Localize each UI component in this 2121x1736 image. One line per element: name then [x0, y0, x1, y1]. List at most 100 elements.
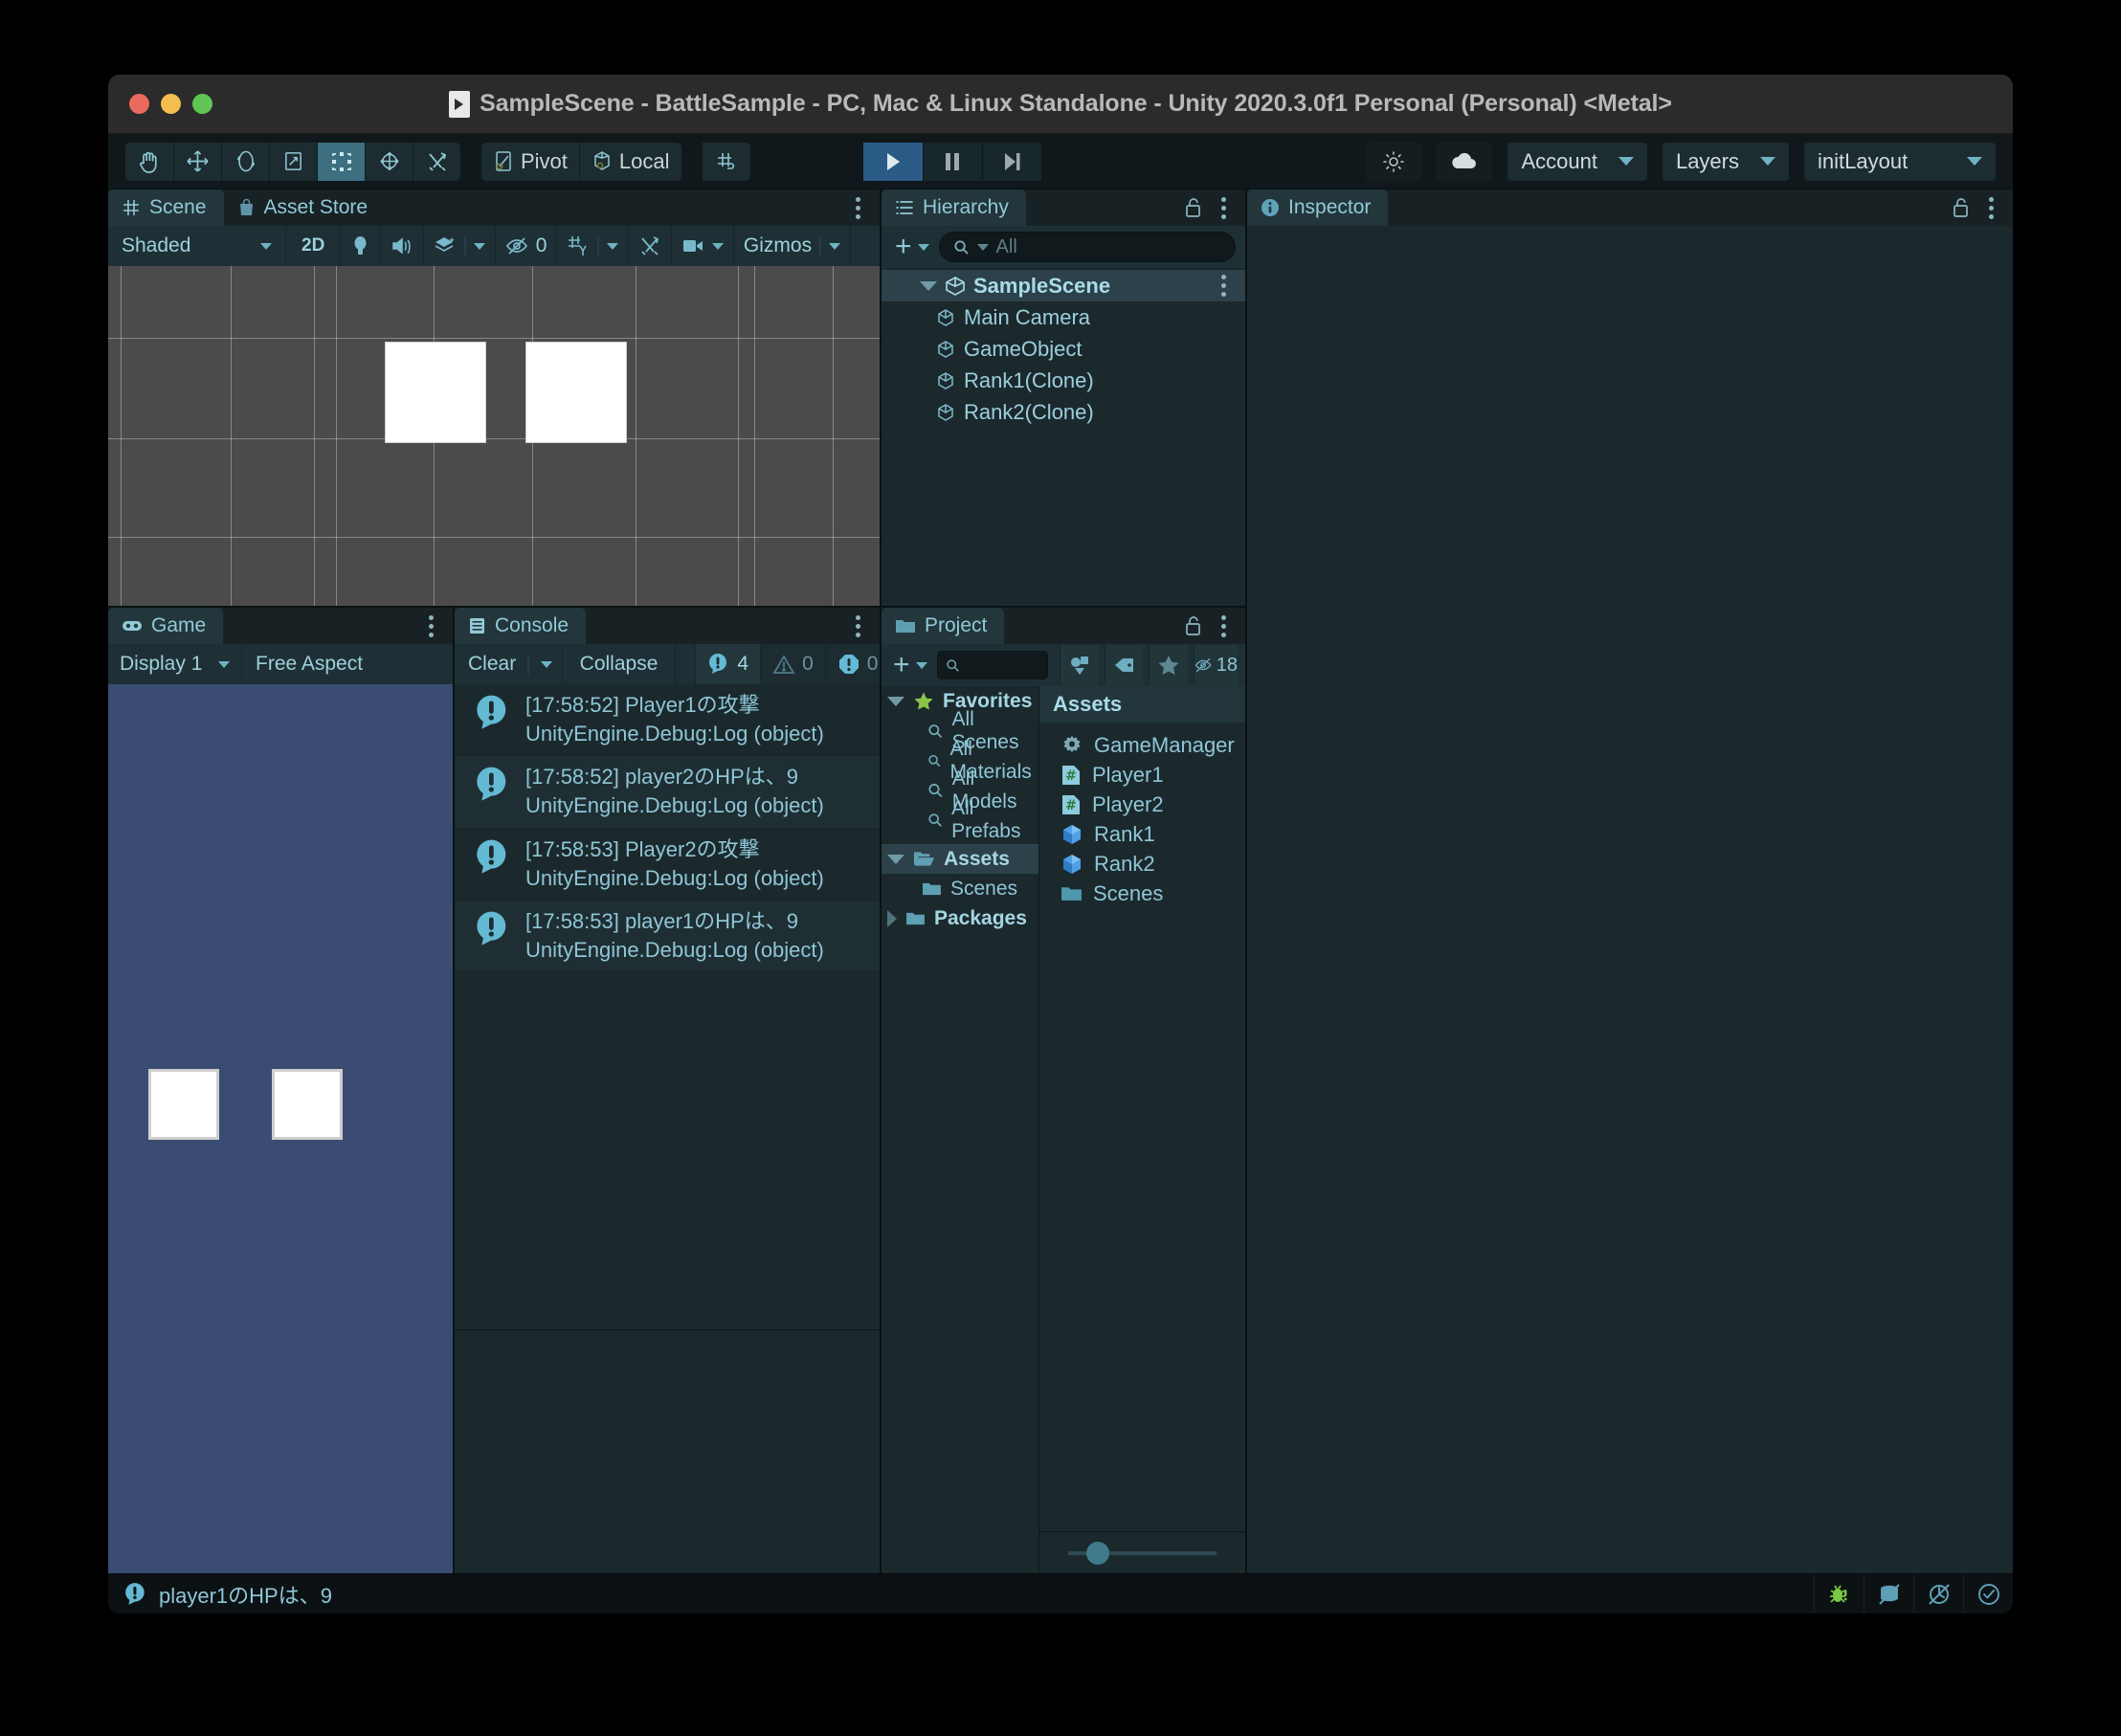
inspector-lock-button[interactable]	[1948, 189, 1973, 226]
scene-2d-toggle[interactable]: 2D	[286, 226, 342, 266]
console-clear-button[interactable]: Clear |	[455, 644, 563, 684]
local-toggle-button[interactable]: Local	[578, 142, 681, 181]
project-filter-label-button[interactable]	[1104, 645, 1144, 685]
check-circle-icon[interactable]	[1963, 1573, 2013, 1614]
project-lock-button[interactable]	[1180, 608, 1205, 644]
layout-dropdown[interactable]: initLayout	[1804, 142, 1996, 181]
rect-tool-button[interactable]	[317, 142, 365, 181]
game-panel-menu-button[interactable]	[416, 608, 445, 644]
chevron-down-icon[interactable]	[887, 696, 904, 706]
chevron-right-icon[interactable]	[887, 909, 897, 927]
layers-dropdown[interactable]: Layers	[1662, 142, 1789, 181]
project-filter-favorite-button[interactable]	[1149, 645, 1189, 685]
rotate-tool-button[interactable]	[221, 142, 269, 181]
game-display-dropdown[interactable]: Display 1	[108, 644, 242, 684]
collab-cloud-button[interactable]	[1437, 142, 1493, 181]
scene-panel-menu-button[interactable]	[843, 189, 872, 226]
console-message-list[interactable]: [17:58:52] Player1の攻撃 UnityEngine.Debug:…	[455, 684, 880, 1573]
chevron-down-icon[interactable]	[920, 280, 937, 291]
grid-snap-button[interactable]	[702, 142, 750, 181]
project-tree-packages[interactable]: Packages	[882, 903, 1038, 933]
scene-camera-dropdown[interactable]	[671, 226, 734, 266]
pause-button[interactable]	[922, 142, 982, 181]
project-zoom-slider[interactable]	[1039, 1531, 1245, 1573]
hierarchy-item-main-camera[interactable]: Main Camera	[882, 301, 1245, 333]
console-message-row[interactable]: [17:58:52] player2のHPは、9 UnityEngine.Deb…	[455, 756, 880, 829]
scene-viewport[interactable]	[108, 266, 880, 606]
close-button[interactable]	[129, 94, 149, 114]
transform-tool-button[interactable]	[365, 142, 413, 181]
play-button[interactable]	[862, 142, 923, 181]
tab-game[interactable]: Game	[108, 608, 224, 644]
project-tree-scenes[interactable]: Scenes	[882, 874, 1038, 903]
game-aspect-dropdown[interactable]: Free Aspect	[242, 644, 453, 684]
scene-lighting-toggle[interactable]	[341, 226, 382, 266]
collab-off-icon[interactable]	[1913, 1573, 1963, 1614]
chevron-down-icon[interactable]	[887, 854, 904, 864]
step-button[interactable]	[981, 142, 1041, 181]
hierarchy-lock-button[interactable]	[1180, 189, 1205, 226]
hierarchy-item-menu-button[interactable]	[1209, 275, 1238, 297]
project-filter-type-button[interactable]	[1060, 645, 1099, 685]
project-asset-scenes[interactable]: Scenes	[1060, 879, 1245, 908]
console-detail-pane[interactable]	[455, 1329, 880, 1573]
project-search-input[interactable]	[936, 651, 1049, 679]
project-zoom-knob[interactable]	[1085, 1541, 1109, 1565]
project-tree[interactable]: Favorites All Scenes All Materials All M…	[882, 686, 1039, 1573]
hierarchy-search-input[interactable]: All	[938, 232, 1236, 262]
project-tree-assets[interactable]: Assets	[882, 844, 1038, 874]
shading-mode-dropdown[interactable]: Shaded	[108, 226, 286, 266]
hierarchy-add-button[interactable]: +	[891, 231, 933, 263]
scene-hidden-objects-toggle[interactable]: 0	[495, 226, 558, 266]
scene-grid-dropdown[interactable]: |	[557, 226, 629, 266]
minimize-button[interactable]	[161, 94, 181, 114]
move-tool-button[interactable]	[173, 142, 221, 181]
hierarchy-item-rank2-clone[interactable]: Rank2(Clone)	[882, 396, 1245, 428]
console-log-count[interactable]: 4	[695, 644, 761, 684]
project-panel-menu-button[interactable]	[1209, 608, 1238, 644]
project-asset-gamemanager[interactable]: GameManager	[1060, 730, 1245, 760]
tab-hierarchy[interactable]: Hierarchy	[882, 189, 1026, 226]
project-hidden-packages-button[interactable]: 18	[1194, 645, 1239, 685]
tab-inspector[interactable]: Inspector	[1247, 189, 1389, 226]
console-panel-menu-button[interactable]	[843, 608, 872, 644]
debug-bug-icon[interactable]	[1814, 1573, 1864, 1614]
project-asset-player1[interactable]: # Player1	[1060, 760, 1245, 790]
scene-fx-dropdown[interactable]: |	[424, 226, 496, 266]
tab-project[interactable]: Project	[882, 608, 1005, 644]
pivot-toggle-button[interactable]: Pivot	[481, 142, 579, 181]
project-add-button[interactable]: +	[889, 649, 931, 681]
inspector-content[interactable]	[1247, 226, 2013, 1573]
tab-asset-store[interactable]: Asset Store	[224, 189, 386, 226]
tab-console[interactable]: Console	[455, 608, 587, 644]
project-zoom-track[interactable]	[1068, 1541, 1217, 1565]
cache-server-off-icon[interactable]	[1864, 1573, 1913, 1614]
hierarchy-item-rank1-clone[interactable]: Rank1(Clone)	[882, 365, 1245, 396]
hand-tool-button[interactable]	[125, 142, 173, 181]
console-message-row[interactable]: [17:58:52] Player1の攻撃 UnityEngine.Debug:…	[455, 684, 880, 757]
project-assets-list[interactable]: GameManager # Player1 # Player2 Rank1 Ra…	[1039, 723, 1245, 1531]
scene-audio-toggle[interactable]	[381, 226, 425, 266]
project-asset-rank2[interactable]: Rank2	[1060, 849, 1245, 879]
game-viewport[interactable]	[108, 684, 453, 1573]
hierarchy-item-gameobject[interactable]: GameObject	[882, 333, 1245, 365]
account-dropdown[interactable]: Account	[1507, 142, 1647, 181]
console-message-row[interactable]: [17:58:53] Player2の攻撃 UnityEngine.Debug:…	[455, 829, 880, 901]
project-asset-player2[interactable]: # Player2	[1060, 790, 1245, 819]
custom-tools-button[interactable]	[413, 142, 460, 181]
hierarchy-panel-menu-button[interactable]	[1209, 189, 1238, 226]
inspector-panel-menu-button[interactable]	[1976, 189, 2005, 226]
scale-tool-button[interactable]	[269, 142, 317, 181]
status-message[interactable]: player1のHPは、9	[123, 1579, 332, 1610]
console-warning-count[interactable]: 0	[760, 644, 825, 684]
hierarchy-tree[interactable]: SampleScene Main Camera GameObject Rank1…	[882, 268, 1245, 606]
console-collapse-button[interactable]: Collapse	[562, 644, 677, 684]
tab-scene[interactable]: Scene	[108, 189, 224, 226]
maximize-button[interactable]	[192, 94, 212, 114]
project-asset-rank1[interactable]: Rank1	[1060, 819, 1245, 849]
scene-component-tools-button[interactable]	[628, 226, 672, 266]
hierarchy-item-samplescene[interactable]: SampleScene	[882, 270, 1245, 301]
console-message-row[interactable]: [17:58:53] player1のHPは、9 UnityEngine.Deb…	[455, 900, 880, 973]
services-button[interactable]	[1366, 142, 1422, 181]
scene-gizmos-dropdown[interactable]: Gizmos |	[733, 226, 851, 266]
